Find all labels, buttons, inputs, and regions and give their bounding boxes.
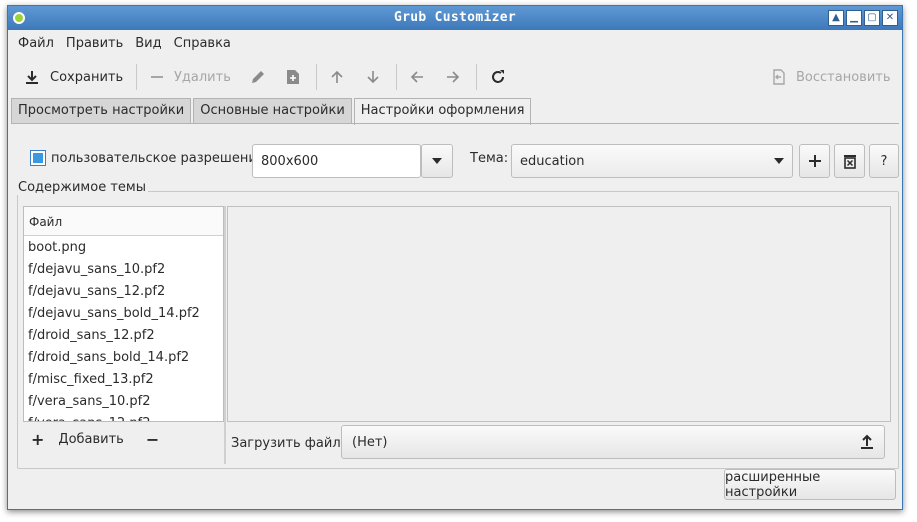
minus-icon: [151, 76, 163, 78]
move-up-button[interactable]: [324, 64, 350, 90]
pencil-icon: [252, 71, 264, 83]
resolution-input[interactable]: 800x600: [252, 144, 421, 178]
theme-contents-label: Содержимое темы: [16, 180, 148, 195]
remove-theme-button[interactable]: [834, 144, 865, 178]
title-bar[interactable]: Grub Customizer ▲ ▁ ▢ ✕: [8, 6, 902, 30]
add-file-button[interactable]: Добавить: [58, 432, 123, 447]
move-right-button[interactable]: [440, 64, 466, 90]
custom-resolution-label: пользовательское разрешение:: [51, 151, 270, 166]
load-file-value: (Нет): [352, 434, 388, 450]
list-item[interactable]: f/vera_sans_10.pf2: [24, 390, 223, 412]
theme-file-list[interactable]: Файл boot.png f/dejavu_sans_10.pf2 f/dej…: [23, 206, 224, 422]
chevron-down-icon: [774, 158, 784, 164]
add-theme-button[interactable]: [799, 144, 830, 178]
list-item[interactable]: f/vera_sans_12.pf2: [24, 412, 223, 421]
list-item[interactable]: f/dejavu_sans_10.pf2: [24, 258, 223, 280]
file-preview-area: [227, 206, 891, 422]
tab-list-config[interactable]: Просмотреть настройки: [11, 98, 192, 124]
new-entry-button[interactable]: [280, 64, 306, 90]
arrow-right-icon: [447, 71, 460, 83]
appearance-panel: пользовательское разрешение: 800x600 Тем…: [11, 123, 899, 469]
close-button[interactable]: ✕: [882, 10, 898, 26]
toolbar: Сохранить Удалить Восстановить: [8, 58, 902, 96]
tab-bar: Просмотреть настройки Основные настройки…: [11, 98, 533, 125]
window-title: Grub Customizer: [394, 10, 516, 25]
menu-bar: Файл Править Вид Справка: [8, 30, 902, 56]
shade-button[interactable]: ▲: [828, 10, 844, 26]
theme-select[interactable]: education: [511, 144, 793, 178]
remove-file-button[interactable]: −: [146, 430, 159, 449]
chevron-down-icon: [432, 158, 442, 164]
plus-icon: +: [31, 430, 45, 449]
new-file-icon: [287, 70, 299, 84]
delete-icon: [843, 155, 856, 169]
save-button[interactable]: Сохранить: [18, 64, 129, 90]
move-left-button[interactable]: [404, 64, 430, 90]
restore-label: Восстановить: [796, 69, 891, 85]
menu-edit[interactable]: Править: [60, 30, 129, 56]
pane-divider[interactable]: [224, 206, 226, 464]
upload-icon: [861, 434, 873, 449]
load-file-button[interactable]: (Нет): [341, 425, 885, 459]
custom-resolution-checkbox[interactable]: [30, 150, 46, 166]
arrow-up-icon: [331, 70, 343, 83]
file-actions: + Добавить −: [31, 430, 159, 449]
delete-label: Удалить: [174, 69, 231, 85]
help-label: ?: [880, 153, 888, 169]
menu-help[interactable]: Справка: [168, 30, 237, 56]
menu-view[interactable]: Вид: [129, 30, 167, 56]
delete-button[interactable]: Удалить: [144, 64, 237, 90]
theme-value: education: [520, 153, 585, 169]
menu-file[interactable]: Файл: [12, 30, 60, 56]
tab-appearance-settings[interactable]: Настройки оформления: [353, 98, 532, 125]
download-icon: [26, 71, 38, 84]
restore-icon: [773, 69, 785, 85]
tab-general-settings[interactable]: Основные настройки: [193, 98, 352, 124]
load-file-label: Загрузить файл:: [231, 436, 346, 451]
minimize-button[interactable]: ▁: [846, 10, 862, 26]
advanced-settings-button[interactable]: расширенные настройки: [724, 469, 896, 500]
list-item[interactable]: boot.png: [24, 236, 223, 258]
main-window: Grub Customizer ▲ ▁ ▢ ✕ Файл Править Вид…: [7, 5, 903, 510]
edit-button[interactable]: [244, 64, 272, 90]
file-column-header[interactable]: Файл: [24, 207, 223, 236]
resolution-dropdown-button[interactable]: [421, 144, 453, 178]
save-label: Сохранить: [50, 69, 124, 85]
list-item[interactable]: f/droid_sans_bold_14.pf2: [24, 346, 223, 368]
list-item[interactable]: f/misc_fixed_13.pf2: [24, 368, 223, 390]
restore-button[interactable]: Восстановить: [766, 64, 897, 90]
arrow-left-icon: [410, 71, 423, 83]
theme-label: Тема:: [470, 151, 509, 166]
help-button[interactable]: ?: [869, 144, 899, 178]
arrow-down-icon: [367, 71, 379, 84]
move-down-button[interactable]: [360, 64, 386, 90]
reload-button[interactable]: [484, 64, 512, 90]
list-item[interactable]: f/dejavu_sans_bold_14.pf2: [24, 302, 223, 324]
list-item[interactable]: f/droid_sans_12.pf2: [24, 324, 223, 346]
plus-icon: [808, 155, 821, 167]
maximize-button[interactable]: ▢: [864, 10, 880, 26]
refresh-icon: [492, 70, 504, 83]
list-item[interactable]: f/dejavu_sans_12.pf2: [24, 280, 223, 302]
